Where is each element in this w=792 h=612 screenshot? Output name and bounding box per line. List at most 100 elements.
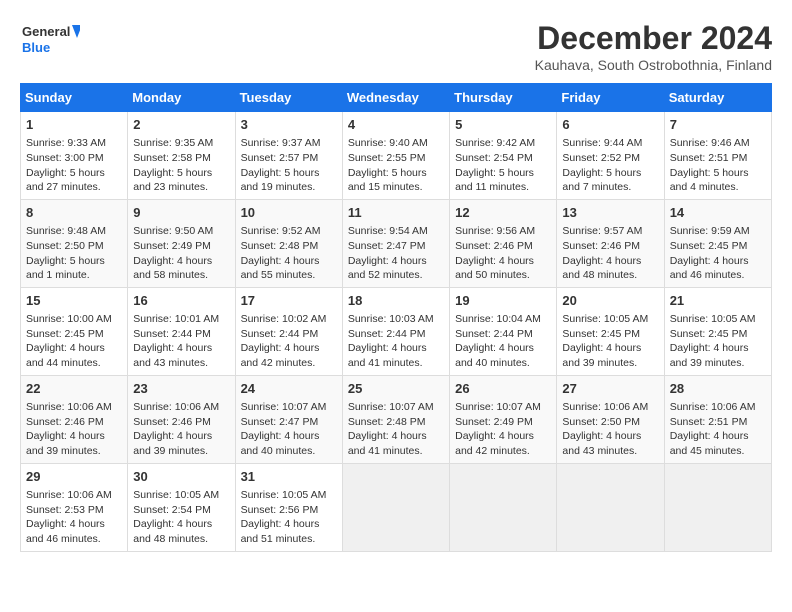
calendar-cell: 21 Sunrise: 10:05 AM Sunset: 2:45 PM Dayl… — [664, 287, 771, 375]
calendar-cell: 16 Sunrise: 10:01 AM Sunset: 2:44 PM Dayl… — [128, 287, 235, 375]
logo-svg: General Blue — [20, 20, 80, 70]
day-info: Sunrise: 9:52 AM Sunset: 2:48 PM Dayligh… — [241, 224, 337, 283]
calendar-cell: 6 Sunrise: 9:44 AM Sunset: 2:52 PM Daylig… — [557, 112, 664, 200]
day-number: 29 — [26, 468, 122, 486]
day-info: Sunrise: 10:00 AM Sunset: 2:45 PM Daylig… — [26, 312, 122, 371]
day-number: 31 — [241, 468, 337, 486]
calendar-cell: 30 Sunrise: 10:05 AM Sunset: 2:54 PM Dayl… — [128, 463, 235, 551]
day-info: Sunrise: 10:05 AM Sunset: 2:45 PM Daylig… — [562, 312, 658, 371]
calendar-cell: 7 Sunrise: 9:46 AM Sunset: 2:51 PM Daylig… — [664, 112, 771, 200]
calendar-cell: 10 Sunrise: 9:52 AM Sunset: 2:48 PM Dayli… — [235, 199, 342, 287]
calendar-cell: 24Sunrise: 10:07 AM Sunset: 2:47 PM Dayl… — [235, 375, 342, 463]
day-info: Sunrise: 9:40 AM Sunset: 2:55 PM Dayligh… — [348, 136, 444, 195]
calendar-header: Sunday Monday Tuesday Wednesday Thursday… — [21, 84, 772, 112]
header-thursday: Thursday — [450, 84, 557, 112]
page-header: General Blue December 2024 Kauhava, Sout… — [20, 20, 772, 73]
day-info: Sunrise: 9:54 AM Sunset: 2:47 PM Dayligh… — [348, 224, 444, 283]
svg-text:General: General — [22, 24, 70, 39]
day-info: Sunrise: 10:01 AM Sunset: 2:44 PM Daylig… — [133, 312, 229, 371]
calendar-cell: 15Sunrise: 10:00 AM Sunset: 2:45 PM Dayl… — [21, 287, 128, 375]
day-number: 23 — [133, 380, 229, 398]
day-info: Sunrise: 10:06 AM Sunset: 2:50 PM Daylig… — [562, 400, 658, 459]
calendar-cell: 23 Sunrise: 10:06 AM Sunset: 2:46 PM Dayl… — [128, 375, 235, 463]
day-number: 8 — [26, 204, 122, 222]
day-info: Sunrise: 9:57 AM Sunset: 2:46 PM Dayligh… — [562, 224, 658, 283]
calendar-cell: 25Sunrise: 10:07 AM Sunset: 2:48 PM Dayl… — [342, 375, 449, 463]
calendar-row: 1Sunrise: 9:33 AM Sunset: 3:00 PM Daylig… — [21, 112, 772, 200]
day-info: Sunrise: 9:48 AM Sunset: 2:50 PM Dayligh… — [26, 224, 122, 283]
day-number: 30 — [133, 468, 229, 486]
day-info: Sunrise: 9:59 AM Sunset: 2:45 PM Dayligh… — [670, 224, 766, 283]
header-monday: Monday — [128, 84, 235, 112]
calendar-cell: 31 Sunrise: 10:05 AM Sunset: 2:56 PM Dayl… — [235, 463, 342, 551]
day-info: Sunrise: 10:05 AM Sunset: 2:54 PM Daylig… — [133, 488, 229, 547]
calendar-cell — [557, 463, 664, 551]
day-number: 27 — [562, 380, 658, 398]
calendar-title: December 2024 — [535, 20, 772, 57]
calendar-cell: 26 Sunrise: 10:07 AM Sunset: 2:49 PM Dayl… — [450, 375, 557, 463]
day-info: Sunrise: 9:50 AM Sunset: 2:49 PM Dayligh… — [133, 224, 229, 283]
day-number: 7 — [670, 116, 766, 134]
header-saturday: Saturday — [664, 84, 771, 112]
day-number: 6 — [562, 116, 658, 134]
day-info: Sunrise: 10:02 AM Sunset: 2:44 PM Daylig… — [241, 312, 337, 371]
calendar-subtitle: Kauhava, South Ostrobothnia, Finland — [535, 57, 772, 73]
day-info: Sunrise: 9:42 AM Sunset: 2:54 PM Dayligh… — [455, 136, 551, 195]
calendar-cell: 20 Sunrise: 10:05 AM Sunset: 2:45 PM Dayl… — [557, 287, 664, 375]
day-number: 2 — [133, 116, 229, 134]
calendar-cell — [450, 463, 557, 551]
calendar-cell: 12 Sunrise: 9:56 AM Sunset: 2:46 PM Dayli… — [450, 199, 557, 287]
calendar-row: 29 Sunrise: 10:06 AM Sunset: 2:53 PM Dayl… — [21, 463, 772, 551]
day-info: Sunrise: 9:35 AM Sunset: 2:58 PM Dayligh… — [133, 136, 229, 195]
header-sunday: Sunday — [21, 84, 128, 112]
logo: General Blue — [20, 20, 80, 70]
day-number: 25 — [348, 380, 444, 398]
calendar-row: 22 Sunrise: 10:06 AM Sunset: 2:46 PM Dayl… — [21, 375, 772, 463]
day-info: Sunrise: 9:44 AM Sunset: 2:52 PM Dayligh… — [562, 136, 658, 195]
calendar-cell: 13 Sunrise: 9:57 AM Sunset: 2:46 PM Dayli… — [557, 199, 664, 287]
calendar-cell: 9 Sunrise: 9:50 AM Sunset: 2:49 PM Daylig… — [128, 199, 235, 287]
day-info: Sunrise: 10:06 AM Sunset: 2:53 PM Daylig… — [26, 488, 122, 547]
svg-text:Blue: Blue — [22, 40, 50, 55]
calendar-cell: 2 Sunrise: 9:35 AM Sunset: 2:58 PM Daylig… — [128, 112, 235, 200]
day-number: 21 — [670, 292, 766, 310]
header-wednesday: Wednesday — [342, 84, 449, 112]
day-number: 20 — [562, 292, 658, 310]
calendar-cell: 5Sunrise: 9:42 AM Sunset: 2:54 PM Daylig… — [450, 112, 557, 200]
day-number: 4 — [348, 116, 444, 134]
day-info: Sunrise: 10:07 AM Sunset: 2:47 PM Daylig… — [241, 400, 337, 459]
calendar-cell: 18Sunrise: 10:03 AM Sunset: 2:44 PM Dayl… — [342, 287, 449, 375]
day-number: 14 — [670, 204, 766, 222]
day-number: 13 — [562, 204, 658, 222]
calendar-cell: 22 Sunrise: 10:06 AM Sunset: 2:46 PM Dayl… — [21, 375, 128, 463]
calendar-row: 15Sunrise: 10:00 AM Sunset: 2:45 PM Dayl… — [21, 287, 772, 375]
day-number: 18 — [348, 292, 444, 310]
day-number: 9 — [133, 204, 229, 222]
day-info: Sunrise: 10:07 AM Sunset: 2:49 PM Daylig… — [455, 400, 551, 459]
day-info: Sunrise: 10:06 AM Sunset: 2:46 PM Daylig… — [26, 400, 122, 459]
day-info: Sunrise: 9:37 AM Sunset: 2:57 PM Dayligh… — [241, 136, 337, 195]
day-info: Sunrise: 9:56 AM Sunset: 2:46 PM Dayligh… — [455, 224, 551, 283]
calendar-cell — [664, 463, 771, 551]
calendar-cell: 27 Sunrise: 10:06 AM Sunset: 2:50 PM Dayl… — [557, 375, 664, 463]
day-number: 10 — [241, 204, 337, 222]
day-number: 17 — [241, 292, 337, 310]
calendar-body: 1Sunrise: 9:33 AM Sunset: 3:00 PM Daylig… — [21, 112, 772, 552]
calendar-table: Sunday Monday Tuesday Wednesday Thursday… — [20, 83, 772, 552]
calendar-cell: 28Sunrise: 10:06 AM Sunset: 2:51 PM Dayl… — [664, 375, 771, 463]
calendar-cell: 17 Sunrise: 10:02 AM Sunset: 2:44 PM Dayl… — [235, 287, 342, 375]
calendar-cell: 29 Sunrise: 10:06 AM Sunset: 2:53 PM Dayl… — [21, 463, 128, 551]
day-number: 16 — [133, 292, 229, 310]
day-number: 28 — [670, 380, 766, 398]
day-number: 11 — [348, 204, 444, 222]
day-number: 22 — [26, 380, 122, 398]
day-number: 12 — [455, 204, 551, 222]
day-info: Sunrise: 9:46 AM Sunset: 2:51 PM Dayligh… — [670, 136, 766, 195]
day-info: Sunrise: 10:05 AM Sunset: 2:45 PM Daylig… — [670, 312, 766, 371]
day-info: Sunrise: 10:05 AM Sunset: 2:56 PM Daylig… — [241, 488, 337, 547]
day-number: 1 — [26, 116, 122, 134]
calendar-cell — [342, 463, 449, 551]
calendar-cell: 8 Sunrise: 9:48 AM Sunset: 2:50 PM Daylig… — [21, 199, 128, 287]
day-number: 26 — [455, 380, 551, 398]
day-info: Sunrise: 10:06 AM Sunset: 2:46 PM Daylig… — [133, 400, 229, 459]
